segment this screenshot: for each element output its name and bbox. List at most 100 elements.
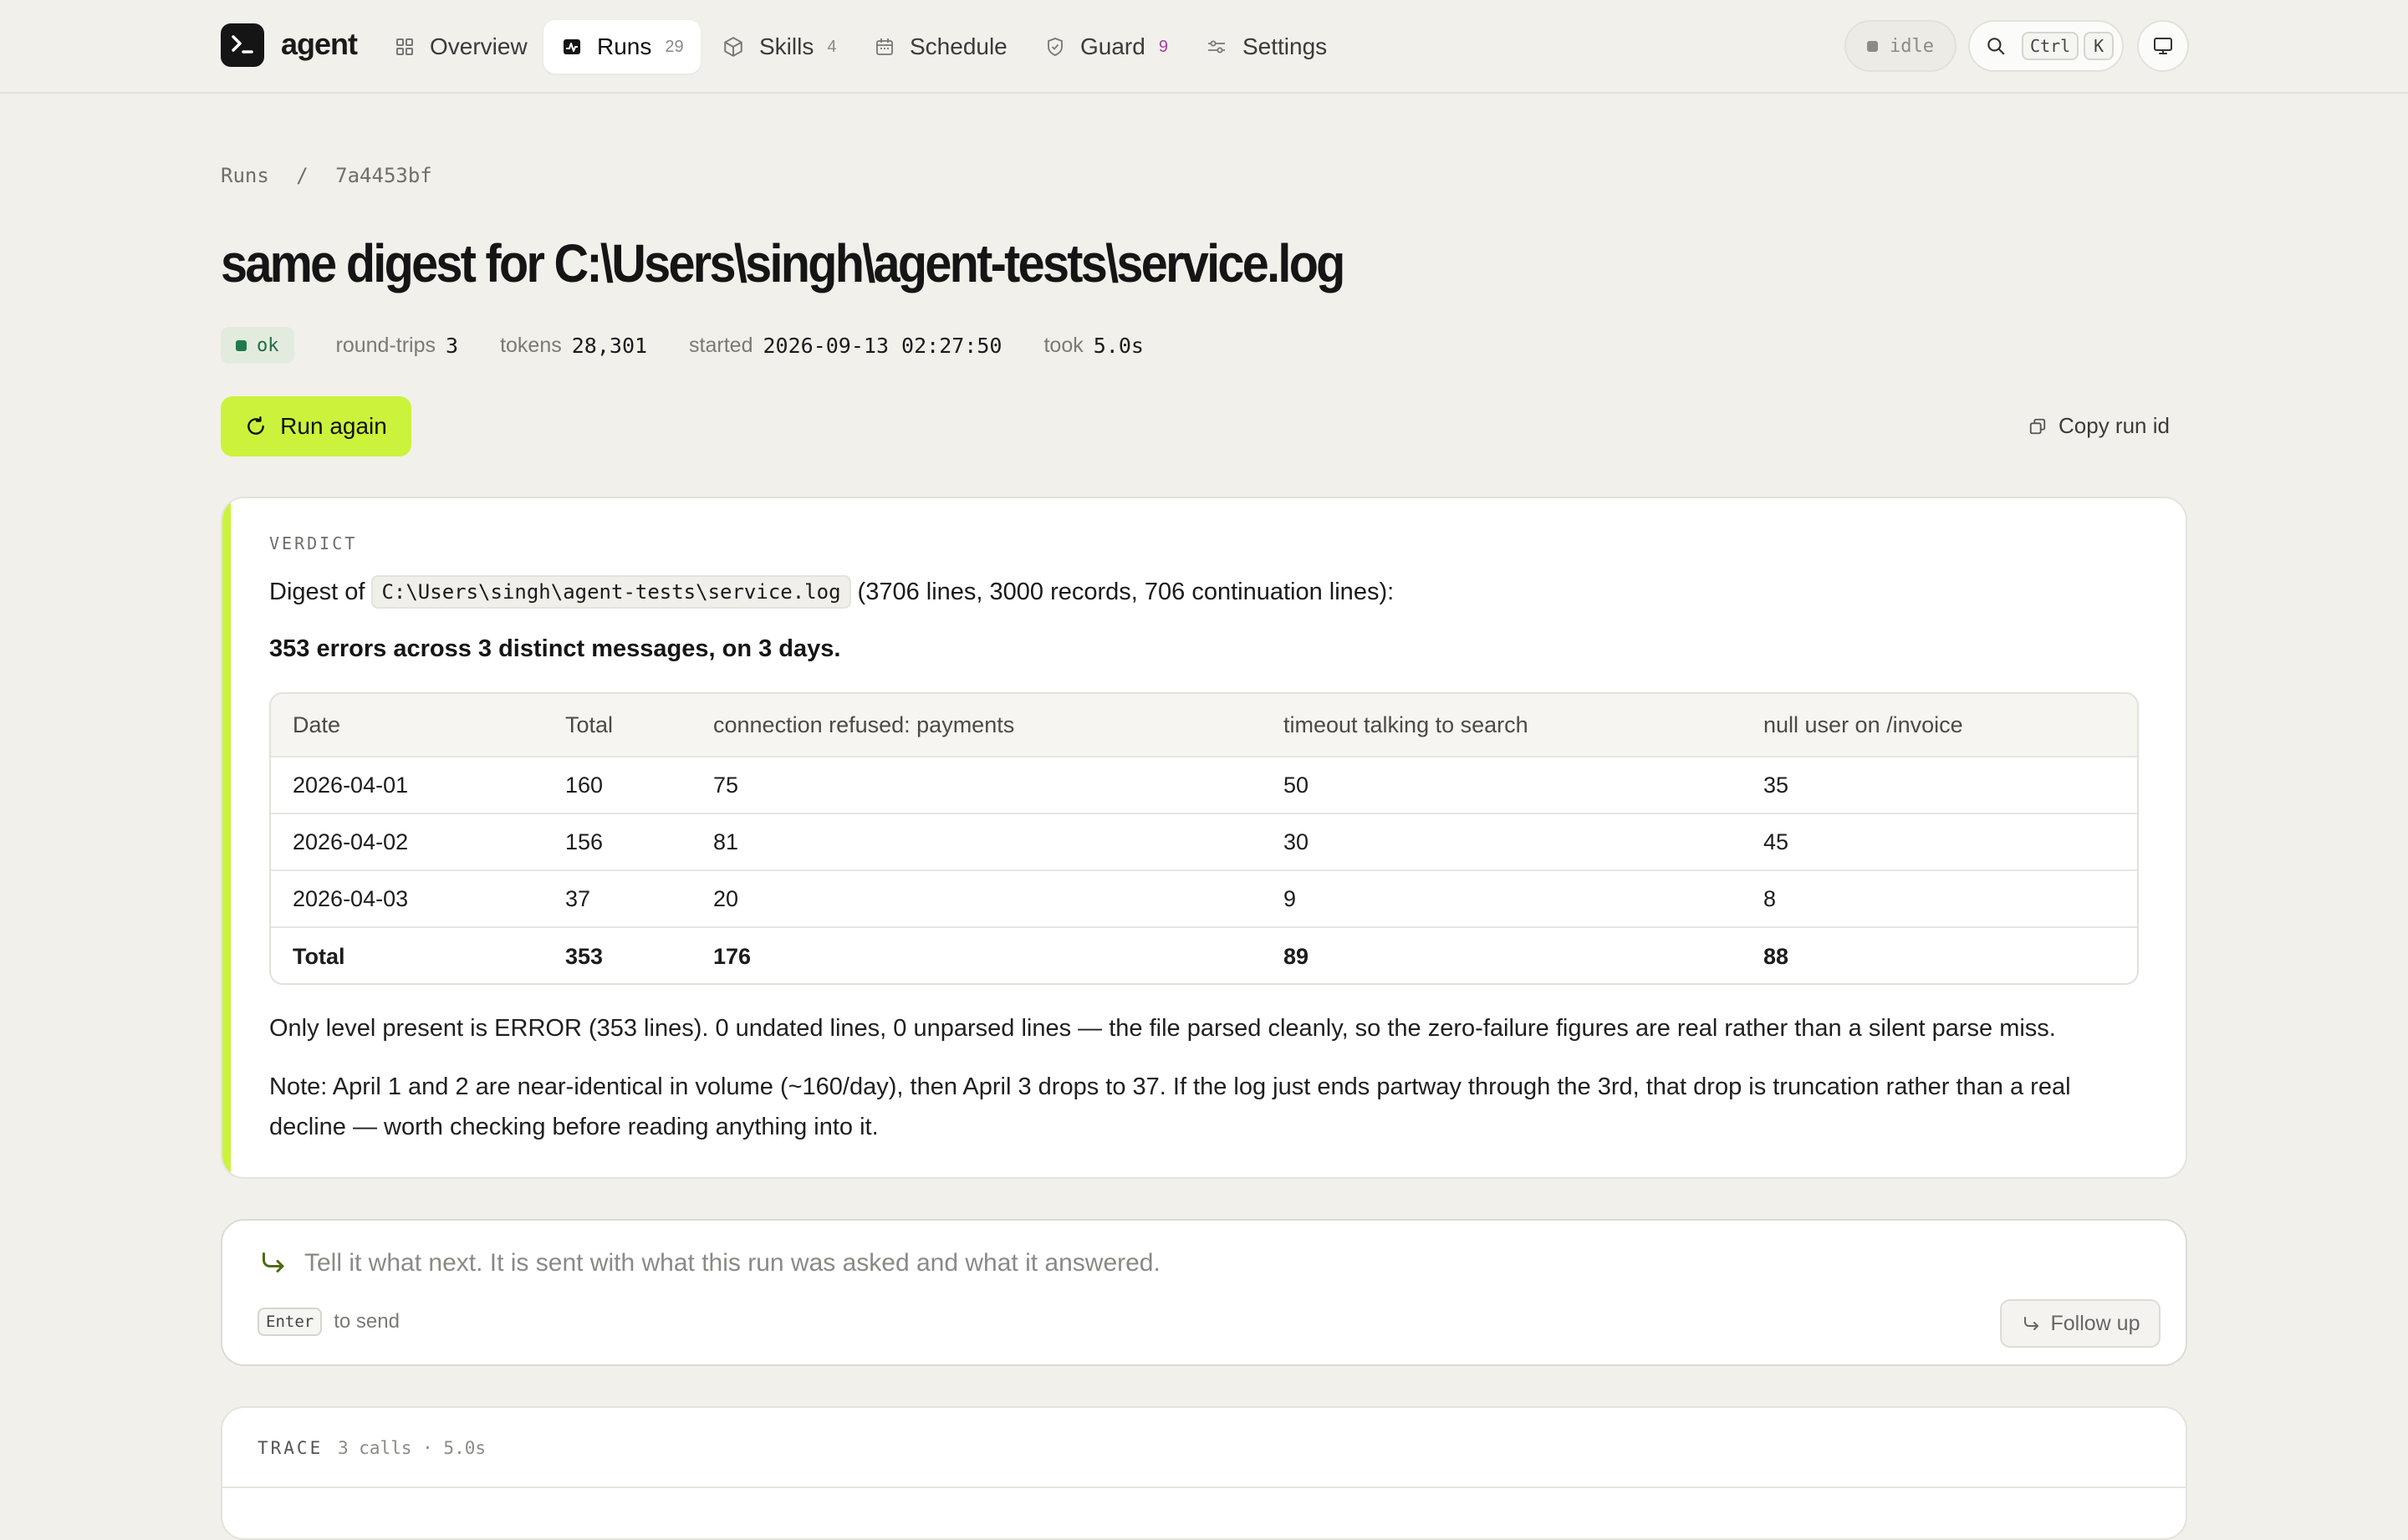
- copy-run-id-button[interactable]: Copy run id: [2028, 413, 2170, 439]
- send-hint: Enter to send: [258, 1308, 400, 1336]
- table-cell: 81: [713, 829, 739, 854]
- verdict-note: Note: April 1 and 2 are near-identical i…: [269, 1073, 2071, 1140]
- nav-runs[interactable]: Runs 29: [543, 20, 701, 74]
- took-label: took: [1043, 333, 1084, 357]
- table-cell: 2026-04-01: [293, 772, 409, 798]
- nav-overview-label: Overview: [430, 33, 528, 59]
- follow-up-input[interactable]: Tell it what next. It is sent with what …: [221, 1219, 2187, 1366]
- table-header-row: Date Total connection refused: payments …: [271, 694, 2137, 757]
- verdict-intro-prefix: Digest of: [269, 578, 365, 605]
- kbd-enter: Enter: [258, 1308, 323, 1336]
- table-cell: 35: [1763, 772, 1789, 798]
- status-badge: ok: [221, 327, 294, 364]
- trace-divider: [222, 1486, 2186, 1488]
- top-nav: agent Overview Runs 29 Skills 4 Schedule…: [0, 0, 2408, 94]
- round-trips-value: 3: [446, 333, 459, 358]
- table-cell: 45: [1763, 829, 1789, 854]
- table-row: 2026-04-01 160 75 50 35: [271, 757, 2137, 814]
- nav-settings-label: Settings: [1242, 33, 1328, 59]
- verdict-intro: Digest of C:\Users\singh\agent-tests\ser…: [269, 575, 1394, 609]
- copy-run-id-label: Copy run id: [2059, 413, 2170, 438]
- trace-label: TRACE: [258, 1438, 324, 1458]
- page-title: same digest for C:\Users\singh\agent-tes…: [221, 233, 1345, 293]
- send-hint-text: to send: [334, 1310, 400, 1333]
- nav-overview[interactable]: Overview: [376, 20, 546, 74]
- shield-icon: [1048, 38, 1063, 56]
- round-trips-label: round-trips: [335, 333, 436, 357]
- status-dot-icon: [236, 339, 247, 351]
- idle-indicator-icon: [1867, 40, 1878, 52]
- status-badge-label: ok: [257, 334, 279, 356]
- table-cell: 8: [1763, 885, 1777, 911]
- nav-skills[interactable]: Skills 4: [704, 20, 855, 74]
- corner-down-right-icon: [263, 1252, 284, 1272]
- table-cell: 2026-04-03: [293, 885, 409, 911]
- follow-up-placeholder: Tell it what next. It is sent with what …: [304, 1249, 1161, 1277]
- table-cell: 37: [565, 885, 591, 911]
- table-header-cell: connection refused: payments: [713, 711, 1015, 737]
- table-cell: 160: [565, 772, 604, 798]
- table-header-cell: null user on /invoice: [1763, 711, 1963, 737]
- breadcrumb-current: 7a4453bf: [335, 164, 432, 187]
- started-label: started: [689, 333, 753, 357]
- table-header-cell: Date: [293, 711, 341, 737]
- follow-up-button-label: Follow up: [2050, 1311, 2140, 1335]
- refresh-icon: [247, 416, 265, 435]
- activity-icon: [564, 39, 580, 54]
- kbd-k: K: [2084, 32, 2115, 60]
- table-cell: 30: [1283, 829, 1309, 854]
- tokens-value: 28,301: [571, 333, 648, 358]
- table-cell: 156: [565, 829, 604, 854]
- brand-name[interactable]: agent: [281, 27, 358, 62]
- sliders-icon: [1208, 40, 1225, 54]
- trace-panel: TRACE 3 calls · 5.0s: [221, 1406, 2187, 1540]
- table-total-cell: 353: [565, 943, 604, 969]
- command-search-button[interactable]: Ctrl K: [1968, 20, 2124, 72]
- run-again-label: Run again: [280, 413, 387, 439]
- nav-skills-label: Skills: [759, 33, 814, 59]
- calendar-icon: [876, 38, 893, 55]
- terminal-logo-icon[interactable]: [221, 23, 264, 67]
- status-pill: idle: [1844, 20, 1956, 72]
- verdict-intro-suffix: (3706 lines, 3000 records, 706 continuat…: [857, 578, 1395, 605]
- table-total-row: Total 353 176 89 88: [271, 928, 2137, 983]
- table-cell: 9: [1283, 885, 1297, 911]
- tokens-label: tokens: [500, 333, 562, 357]
- nav-guard-label: Guard: [1080, 33, 1145, 59]
- breadcrumb-runs-link[interactable]: Runs: [221, 164, 269, 187]
- verdict-label: VERDICT: [269, 533, 358, 553]
- verdict-summary: 353 errors across 3 distinct messages, o…: [269, 635, 841, 662]
- nav-skills-count: 4: [827, 37, 837, 56]
- breadcrumb-separator: /: [296, 164, 309, 187]
- follow-up-button[interactable]: Follow up: [2000, 1299, 2161, 1348]
- cube-icon: [724, 37, 742, 57]
- nav-settings[interactable]: Settings: [1187, 20, 1345, 74]
- table-total-cell: 88: [1763, 943, 1789, 969]
- status-text: idle: [1890, 35, 1934, 57]
- copy-icon: [2029, 418, 2046, 434]
- table-total-cell: 176: [713, 943, 752, 969]
- verdict-card: VERDICT Digest of C:\Users\singh\agent-t…: [221, 497, 2187, 1179]
- table-row: 2026-04-02 156 81 30 45: [271, 814, 2137, 871]
- run-again-button[interactable]: Run again: [221, 396, 411, 456]
- verdict-paragraph: Only level present is ERROR (353 lines).…: [269, 1015, 2056, 1042]
- breadcrumb: Runs / 7a4453bf: [221, 164, 447, 187]
- nav-schedule[interactable]: Schedule: [856, 20, 1026, 74]
- verdict-accent-bar: [222, 498, 231, 1177]
- kbd-ctrl: Ctrl: [2022, 32, 2079, 60]
- corner-down-right-icon: [2023, 1317, 2038, 1330]
- table-header-cell: Total: [565, 711, 614, 737]
- took-value: 5.0s: [1093, 333, 1144, 358]
- error-digest-table: Date Total connection refused: payments …: [269, 692, 2139, 985]
- grid-icon: [396, 38, 413, 55]
- started-value: 2026-09-13 02:27:50: [763, 333, 1002, 358]
- table-total-cell: 89: [1283, 943, 1309, 969]
- table-total-cell: Total: [293, 943, 345, 969]
- table-cell: 50: [1283, 772, 1309, 798]
- display-toggle-button[interactable]: [2137, 20, 2189, 72]
- table-cell: 20: [713, 885, 739, 911]
- nav-guard[interactable]: Guard 9: [1027, 20, 1186, 74]
- nav-guard-count: 9: [1158, 37, 1168, 56]
- table-header-cell: timeout talking to search: [1283, 711, 1528, 737]
- search-icon: [1987, 38, 2005, 55]
